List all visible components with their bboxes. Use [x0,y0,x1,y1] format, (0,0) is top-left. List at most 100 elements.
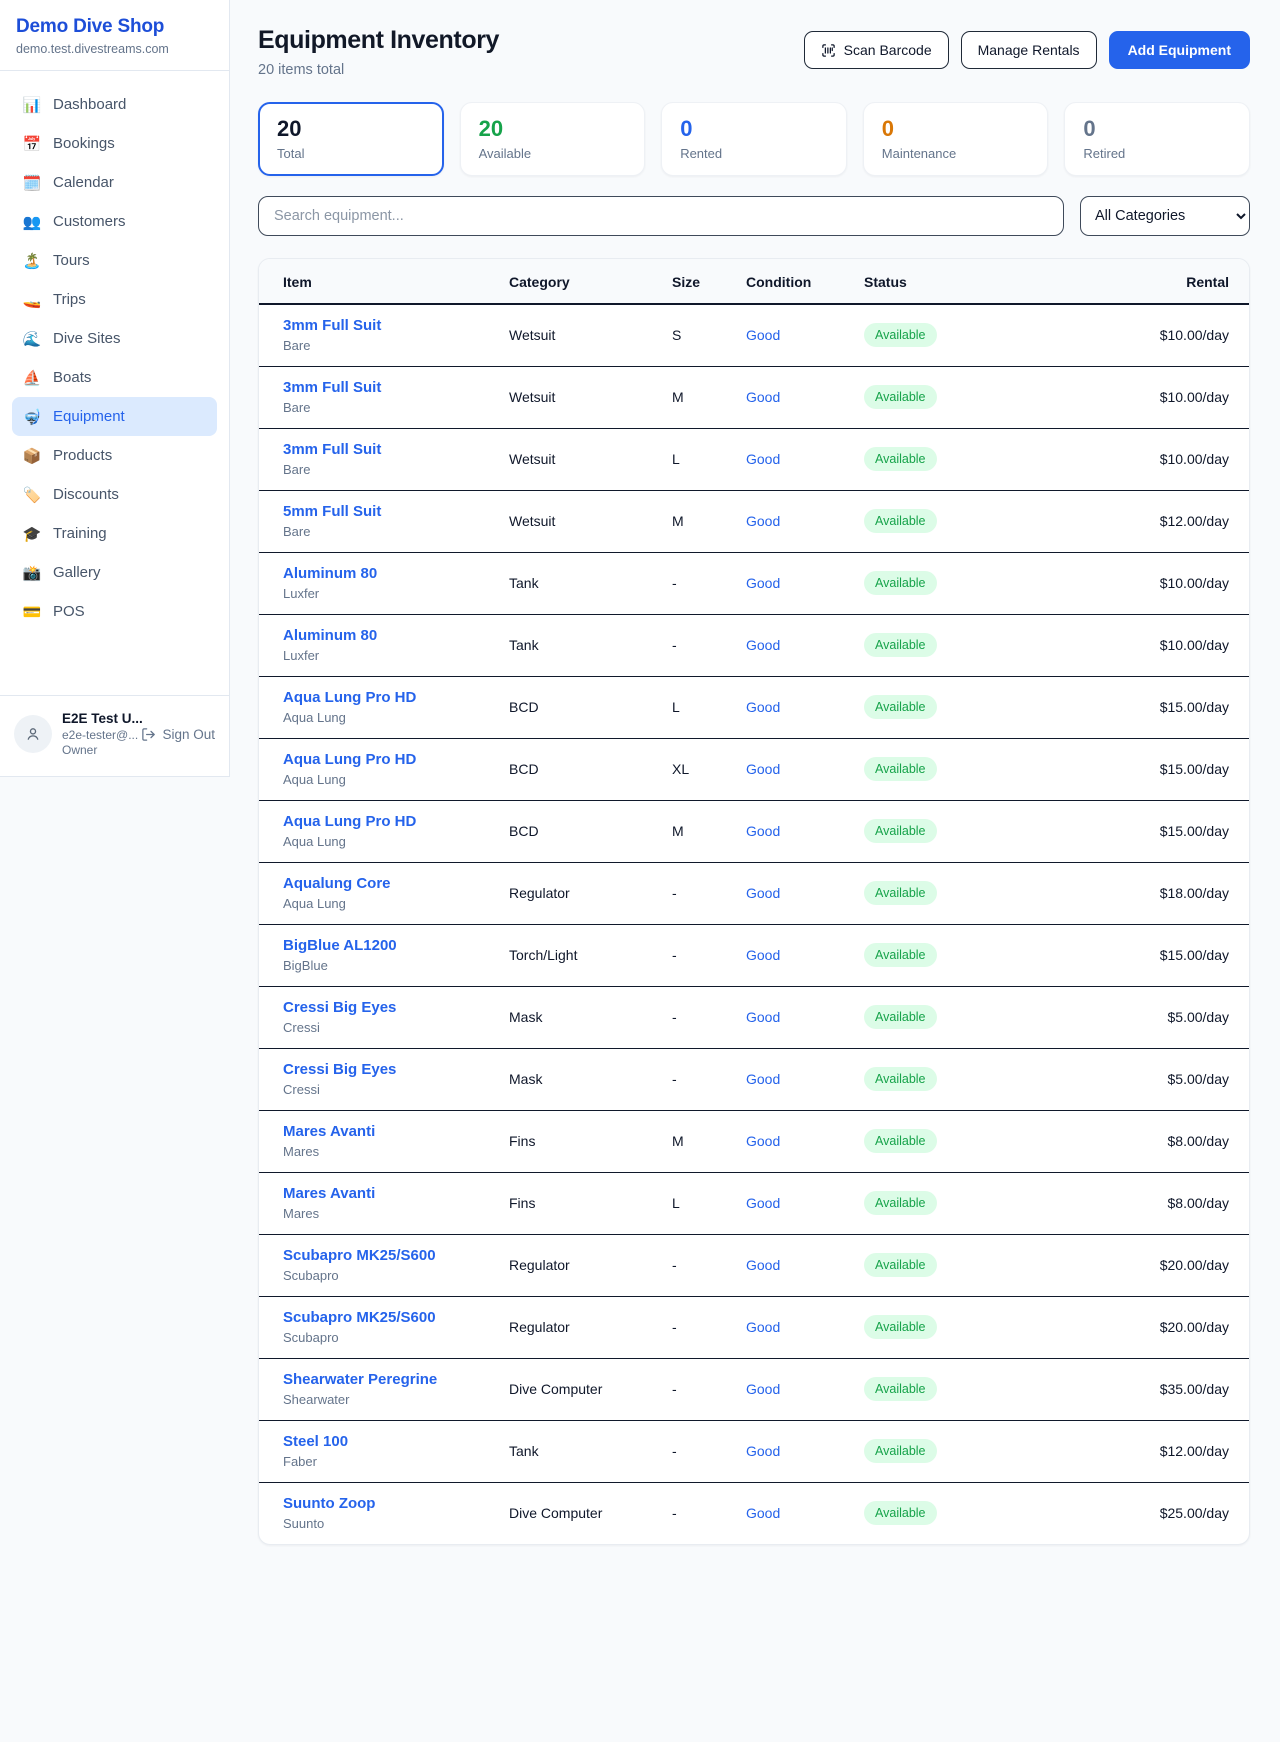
sidebar-item[interactable]: 🚤 Trips [12,280,217,319]
condition-link[interactable]: Good [746,1195,780,1211]
item-name-link[interactable]: Aqua Lung Pro HD [283,689,509,706]
condition-link[interactable]: Good [746,885,780,901]
stat-card[interactable]: 0 Rented [661,102,847,176]
col-header-category: Category [509,259,672,304]
item-name-link[interactable]: Scubapro MK25/S600 [283,1309,509,1326]
sidebar: Demo Dive Shop demo.test.divestreams.com… [0,0,230,777]
equipment-table-card: Item Category Size Condition Status Rent… [258,258,1250,1545]
stat-label: Available [479,146,627,161]
condition-link[interactable]: Good [746,1505,780,1521]
item-name-link[interactable]: Aqua Lung Pro HD [283,751,509,768]
stat-card[interactable]: 0 Maintenance [863,102,1049,176]
stat-label: Maintenance [882,146,1030,161]
condition-link[interactable]: Good [746,327,780,343]
rental-price: $25.00/day [1160,1505,1229,1521]
item-category: BCD [509,676,672,738]
item-name-link[interactable]: Aqualung Core [283,875,509,892]
status-badge: Available [864,1377,937,1401]
sidebar-item-label: Discounts [53,486,119,503]
item-name-link[interactable]: Aluminum 80 [283,565,509,582]
table-row: 3mm Full Suit Bare Wetsuit L Good Availa… [259,428,1249,490]
item-name-link[interactable]: Suunto Zoop [283,1495,509,1512]
item-brand: Bare [283,400,509,415]
condition-link[interactable]: Good [746,513,780,529]
sidebar-item[interactable]: 👥 Customers [12,202,217,241]
status-badge: Available [864,323,937,347]
condition-link[interactable]: Good [746,1381,780,1397]
condition-link[interactable]: Good [746,1009,780,1025]
item-name-link[interactable]: 3mm Full Suit [283,379,509,396]
condition-link[interactable]: Good [746,1133,780,1149]
item-brand: Suunto [283,1516,509,1531]
scan-barcode-button[interactable]: Scan Barcode [804,31,949,69]
sidebar-item[interactable]: 🌊 Dive Sites [12,319,217,358]
item-brand: Cressi [283,1082,509,1097]
condition-link[interactable]: Good [746,823,780,839]
filter-row: All Categories [258,196,1250,236]
condition-link[interactable]: Good [746,1257,780,1273]
item-name-link[interactable]: 5mm Full Suit [283,503,509,520]
condition-link[interactable]: Good [746,637,780,653]
sidebar-item[interactable]: 🎓 Training [12,514,217,553]
item-brand: Aqua Lung [283,834,509,849]
rental-price: $18.00/day [1160,885,1229,901]
sidebar-item[interactable]: 📊 Dashboard [12,85,217,124]
sidebar-item[interactable]: 💳 POS [12,592,217,631]
sidebar-item[interactable]: 🗓️ Calendar [12,163,217,202]
item-name-link[interactable]: Aluminum 80 [283,627,509,644]
stat-label: Total [277,146,425,161]
item-category: Fins [509,1172,672,1234]
sidebar-item[interactable]: 📅 Bookings [12,124,217,163]
sidebar-item[interactable]: 🤿 Equipment [12,397,217,436]
manage-rentals-button[interactable]: Manage Rentals [961,31,1097,69]
sidebar-item[interactable]: 📸 Gallery [12,553,217,592]
condition-link[interactable]: Good [746,389,780,405]
sidebar-item[interactable]: ⛵ Boats [12,358,217,397]
sidebar-item[interactable]: 🏷️ Discounts [12,475,217,514]
table-row: Scubapro MK25/S600 Scubapro Regulator - … [259,1234,1249,1296]
item-size: - [672,924,746,986]
item-name-link[interactable]: Mares Avanti [283,1185,509,1202]
item-name-link[interactable]: Mares Avanti [283,1123,509,1140]
table-row: Cressi Big Eyes Cressi Mask - Good Avail… [259,986,1249,1048]
stat-card[interactable]: 20 Total [258,102,444,176]
sidebar-item[interactable]: 🏝️ Tours [12,241,217,280]
table-row: Aqua Lung Pro HD Aqua Lung BCD L Good Av… [259,676,1249,738]
item-name-link[interactable]: 3mm Full Suit [283,317,509,334]
condition-link[interactable]: Good [746,761,780,777]
condition-link[interactable]: Good [746,575,780,591]
table-row: Cressi Big Eyes Cressi Mask - Good Avail… [259,1048,1249,1110]
item-name-link[interactable]: Shearwater Peregrine [283,1371,509,1388]
table-row: Mares Avanti Mares Fins L Good Available… [259,1172,1249,1234]
search-input[interactable] [258,196,1064,236]
rental-price: $8.00/day [1168,1195,1230,1211]
sidebar-item-label: Training [53,525,107,542]
category-select[interactable]: All Categories [1080,196,1250,236]
diving-mask-icon: 🤿 [22,408,42,426]
sign-out-button[interactable]: Sign Out [141,727,215,742]
sign-out-icon [141,727,156,742]
item-size: - [672,614,746,676]
stat-card[interactable]: 0 Retired [1064,102,1250,176]
stat-card[interactable]: 20 Available [460,102,646,176]
condition-link[interactable]: Good [746,1319,780,1335]
table-row: Shearwater Peregrine Shearwater Dive Com… [259,1358,1249,1420]
item-name-link[interactable]: Steel 100 [283,1433,509,1450]
sidebar-item[interactable]: 📦 Products [12,436,217,475]
status-badge: Available [864,1129,937,1153]
item-name-link[interactable]: Scubapro MK25/S600 [283,1247,509,1264]
status-badge: Available [864,1253,937,1277]
item-name-link[interactable]: BigBlue AL1200 [283,937,509,954]
condition-link[interactable]: Good [746,947,780,963]
condition-link[interactable]: Good [746,1071,780,1087]
item-name-link[interactable]: Cressi Big Eyes [283,1061,509,1078]
item-name-link[interactable]: Aqua Lung Pro HD [283,813,509,830]
rental-price: $10.00/day [1160,575,1229,591]
item-name-link[interactable]: 3mm Full Suit [283,441,509,458]
condition-link[interactable]: Good [746,699,780,715]
add-equipment-button[interactable]: Add Equipment [1109,31,1250,69]
status-badge: Available [864,695,937,719]
item-name-link[interactable]: Cressi Big Eyes [283,999,509,1016]
condition-link[interactable]: Good [746,1443,780,1459]
condition-link[interactable]: Good [746,451,780,467]
